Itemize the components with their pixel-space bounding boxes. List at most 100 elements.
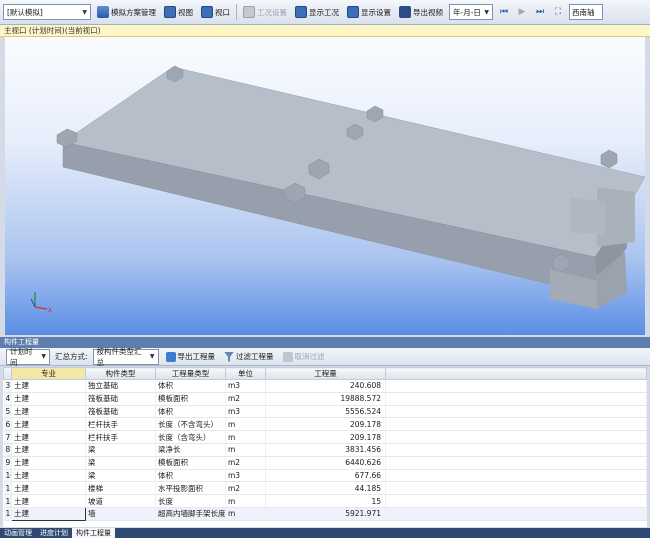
display-settings-button[interactable]: 显示设置	[345, 3, 393, 21]
row-number[interactable]: 8	[3, 443, 12, 457]
cell-major[interactable]: 土建	[11, 392, 86, 406]
view-button[interactable]: 视图	[162, 3, 195, 21]
cell-type[interactable]: 筏板基础	[85, 392, 156, 406]
cell-qty[interactable]: 209.178	[265, 430, 386, 444]
scheme-combo[interactable]: [默认模拟] ▼	[3, 4, 91, 20]
cell-qty[interactable]: 5921.971	[265, 507, 386, 521]
cell-major[interactable]: 土建	[11, 481, 86, 496]
cell-major[interactable]: 土建	[11, 506, 86, 521]
column-header-type[interactable]: 构件类型	[85, 367, 156, 380]
tab-animation-manage[interactable]: 动画管理	[0, 528, 36, 538]
fullscreen-icon[interactable]: ⛶	[551, 5, 565, 19]
cell-unit[interactable]: m3	[225, 469, 266, 483]
cell-type[interactable]: 筏板基础	[85, 405, 156, 419]
play-icon[interactable]: ▶	[515, 5, 529, 19]
table-row[interactable]: 7 土建 栏杆扶手 长度（含弯头） m 209.178	[3, 430, 647, 444]
first-frame-icon[interactable]: ⏮	[497, 5, 511, 19]
cancel-filter-button[interactable]: 取消过滤	[281, 348, 327, 366]
cell-unit[interactable]: m	[225, 417, 266, 432]
cell-qtype[interactable]: 长度	[155, 494, 226, 508]
cell-qty[interactable]: 5556.524	[265, 405, 386, 419]
cell-type[interactable]: 独立基础	[85, 379, 156, 393]
tab-schedule[interactable]: 进度计划	[36, 528, 72, 538]
row-number[interactable]: 5	[3, 405, 12, 419]
row-number[interactable]: 9	[3, 456, 12, 470]
row-number[interactable]: 13	[3, 507, 12, 521]
sim-scheme-manage-button[interactable]: 模拟方案管理	[95, 3, 158, 21]
cell-major[interactable]: 土建	[11, 430, 86, 444]
export-quantity-button[interactable]: 导出工程量	[164, 348, 218, 366]
cell-qtype[interactable]: 体积	[155, 405, 226, 419]
table-row[interactable]: 9 土建梁模板面积 m2 6440.626	[3, 456, 647, 470]
table-row[interactable]: 5 土建 筏板基础 体积 m3 5556.524	[3, 405, 647, 419]
3d-viewport[interactable]: X	[5, 37, 645, 335]
cell-qty[interactable]: 19888.572	[265, 392, 386, 406]
tab-component-quantity[interactable]: 构件工程量	[72, 528, 115, 538]
row-number[interactable]: 10	[3, 469, 12, 483]
cell-major[interactable]: 土建	[11, 379, 86, 393]
cell-qtype[interactable]: 长度（含弯头）	[155, 430, 226, 444]
table-row[interactable]: 4 土建 筏板基础 模板面积 m2 19888.572	[3, 392, 647, 406]
cell-qty[interactable]: 209.178	[265, 417, 386, 432]
row-number[interactable]: 7	[3, 430, 12, 444]
cell-major[interactable]: 土建	[11, 417, 86, 432]
row-number[interactable]: 11	[3, 481, 12, 496]
cell-unit[interactable]: m	[225, 443, 266, 457]
row-number[interactable]: 12	[3, 494, 12, 508]
cell-type[interactable]: 栏杆扶手	[85, 430, 156, 444]
table-row[interactable]: 3 土建 独立基础 体积 m3 240.608	[3, 379, 647, 393]
filter-quantity-button[interactable]: 过滤工程量	[222, 348, 276, 366]
cell-unit[interactable]: m	[225, 430, 266, 444]
cell-type[interactable]: 梁	[85, 469, 156, 483]
cell-type[interactable]: 栏杆扶手	[85, 417, 156, 432]
view-direction-combo[interactable]: 西南轴	[569, 4, 603, 20]
cell-type[interactable]: 梁	[85, 443, 156, 457]
row-number[interactable]: 3	[3, 379, 12, 393]
cell-major[interactable]: 土建	[11, 469, 86, 483]
time-combo[interactable]: 计划时间 ▼	[6, 347, 50, 367]
column-header-qtype[interactable]: 工程量类型	[155, 367, 226, 380]
cell-qtype[interactable]: 体积	[155, 379, 226, 393]
cell-qty[interactable]: 240.608	[265, 379, 386, 393]
cell-qty[interactable]: 15	[265, 494, 386, 508]
table-row[interactable]: 10土建梁体积m3677.66	[3, 469, 647, 483]
cell-qtype[interactable]: 模板面积	[155, 392, 226, 406]
cell-unit[interactable]: m	[225, 507, 266, 521]
cell-qtype[interactable]: 梁净长	[155, 443, 226, 457]
cell-major[interactable]: 土建	[11, 494, 86, 508]
work-settings-button[interactable]: 工况设置	[241, 3, 289, 21]
table-row[interactable]: 13土建墙超高内墙脚手架长度m5921.971	[3, 506, 647, 521]
cell-type[interactable]: 楼梯	[85, 481, 156, 496]
last-frame-icon[interactable]: ⏭	[533, 5, 547, 19]
cell-unit[interactable]: m2	[225, 392, 266, 406]
viewport-button[interactable]: 视口	[199, 3, 232, 21]
cell-qtype[interactable]: 长度（不含弯头）	[155, 417, 226, 432]
cell-type[interactable]: 墙	[85, 507, 156, 521]
column-header-qty[interactable]: 工程量	[265, 367, 386, 380]
row-number[interactable]: 4	[3, 392, 12, 406]
cell-unit[interactable]: m3	[225, 405, 266, 419]
export-video-button[interactable]: 导出视频	[397, 3, 445, 21]
table-row[interactable]: 12土建坡道长度m15	[3, 494, 647, 508]
table-row[interactable]: 8 土建梁梁净长 m 3831.456	[3, 443, 647, 457]
cell-qtype[interactable]: 模板面积	[155, 456, 226, 470]
table-row[interactable]: 11土建楼梯水平投影面积m244.185	[3, 481, 647, 496]
summary-combo[interactable]: 按构件类型汇总 ▼	[92, 347, 159, 367]
table-row[interactable]: 6 土建 栏杆扶手 长度（不含弯头） m 209.178	[3, 417, 647, 432]
cell-major[interactable]: 土建	[11, 443, 86, 457]
cell-qtype[interactable]: 水平投影面积	[155, 481, 226, 496]
show-work-button[interactable]: 显示工况	[293, 3, 341, 21]
cell-qty[interactable]: 677.66	[265, 469, 386, 483]
column-header-unit[interactable]: 单位	[225, 367, 266, 380]
cell-type[interactable]: 坡道	[85, 494, 156, 508]
column-header-major[interactable]: 专业	[11, 367, 86, 380]
cell-qty[interactable]: 6440.626	[265, 456, 386, 470]
cell-major[interactable]: 土建	[11, 405, 86, 419]
cell-unit[interactable]: m	[225, 494, 266, 508]
cell-unit[interactable]: m2	[225, 456, 266, 470]
cell-qty[interactable]: 3831.456	[265, 443, 386, 457]
cell-qtype[interactable]: 超高内墙脚手架长度	[155, 507, 226, 521]
cell-unit[interactable]: m2	[225, 481, 266, 496]
date-format-combo[interactable]: 年-月-日 ▼	[449, 4, 493, 20]
cell-type[interactable]: 梁	[85, 456, 156, 470]
